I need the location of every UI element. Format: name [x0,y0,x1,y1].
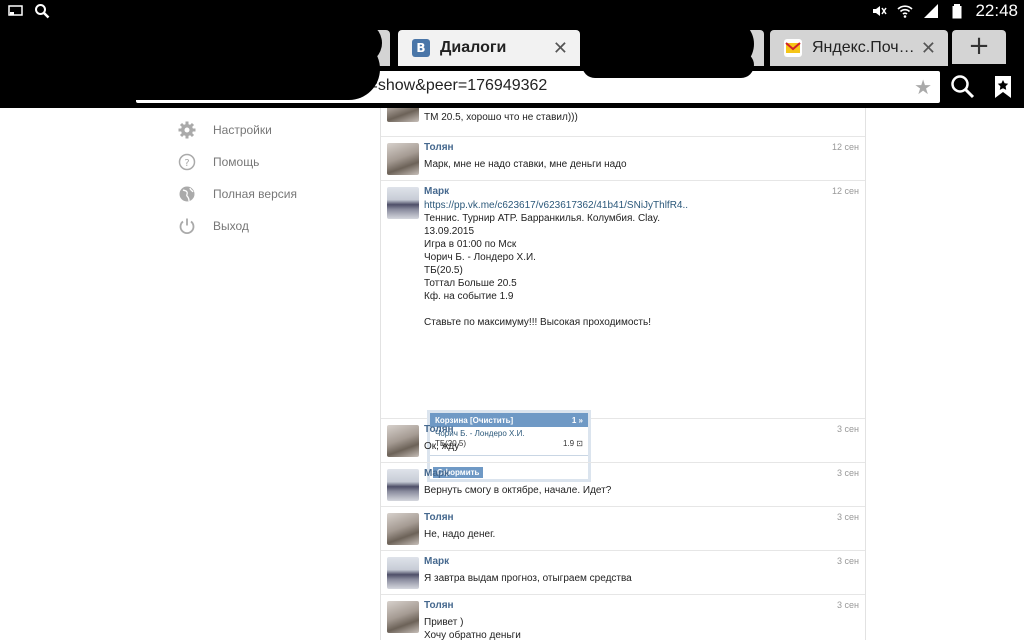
signal-icon [924,4,939,18]
new-tab-button[interactable]: + [952,30,1006,64]
menu-item-label: Помощь [213,155,260,169]
message-author[interactable]: Марк [424,468,449,479]
message: Толян 3 сен Привет ) Хочу обратно деньги [381,595,865,640]
message-text: Ок, жду [424,441,460,452]
star-icon[interactable]: ★ [914,75,932,99]
power-icon [179,218,195,235]
vk-favicon-icon: В [412,39,430,57]
message-text: Я завтра выдам прогноз, отыграем средств… [424,573,632,584]
close-icon[interactable]: ✕ [921,38,936,59]
message-date: 3 сен [837,468,859,478]
message-link[interactable]: https://pp.vk.me/c623617/v623617362/41b4… [424,199,844,212]
menu-item-full-version[interactable]: Полная версия [178,178,297,210]
globe-icon [179,186,195,202]
tab-title: Диалоги [440,39,507,56]
avatar[interactable] [387,143,419,175]
menu-item-logout[interactable]: Выход [178,210,297,242]
avatar[interactable] [387,557,419,589]
search-icon [35,4,50,19]
gear-icon [178,121,196,139]
message-text: Вернуть смогу в октябре, начале. Идет? [424,485,612,496]
message-text: ТМ 20.5, хорошо что не ставил))) [424,112,578,123]
message-author[interactable]: Толян [424,512,454,523]
cast-icon [8,5,23,16]
tab-title: Яндекс.Поч… [812,39,915,56]
side-menu: Настройки ? Помощь Полная версия Выход [178,114,297,242]
status-bar: 22:48 [0,0,1024,22]
message: Марк 3 сен Вернуть смогу в октябре, нача… [381,463,865,507]
message: Толян 12 сен Марк, мне не надо ставки, м… [381,137,865,181]
message-author[interactable]: Толян [424,600,454,611]
bookmark-icon[interactable] [990,73,1016,101]
avatar[interactable] [387,425,419,457]
wifi-icon [897,5,914,18]
message-date: 12 сен [832,186,859,196]
avatar[interactable] [387,108,419,122]
dialog-history: ТМ 20.5, хорошо что не ставил))) Толян 1… [380,108,866,640]
message-text: Теннис. Турнир ATP. Барранкилья. Колумби… [424,213,661,328]
message-author[interactable]: Толян [424,142,454,153]
clock: 22:48 [975,1,1018,20]
tab-dialogs[interactable]: В Диалоги ✕ [398,30,580,66]
message: Толян 3 сен Не, надо денег. [381,507,865,551]
tab-yandex-mail[interactable]: Яндекс.Поч… ✕ [770,30,948,66]
message-date: 3 сен [837,600,859,610]
message-text: Привет ) Хочу обратно деньги [424,617,521,640]
message-text: Не, надо денег. [424,529,496,540]
redaction-blob [0,38,380,100]
menu-item-settings[interactable]: Настройки [178,114,297,146]
help-icon: ? [178,153,196,171]
message: Марк 12 сен https://pp.vk.me/c623617/v62… [381,181,865,482]
menu-item-help[interactable]: ? Помощь [178,146,297,178]
avatar[interactable] [387,187,419,219]
message-author[interactable]: Толян [424,424,454,435]
message: ТМ 20.5, хорошо что не ставил))) [381,108,865,137]
message-date: 3 сен [837,424,859,434]
avatar[interactable] [387,513,419,545]
avatar[interactable] [387,469,419,501]
avatar[interactable] [387,601,419,633]
redaction-blob [582,52,754,78]
message-author[interactable]: Марк [424,186,449,197]
yandex-mail-favicon-icon [784,39,802,57]
search-icon[interactable] [948,72,978,102]
menu-item-label: Выход [213,219,249,233]
message: Марк 3 сен Я завтра выдам прогноз, отыгр… [381,551,865,595]
message-date: 12 сен [832,142,859,152]
message-text: Марк, мне не надо ставки, мне деньги над… [424,159,627,170]
mute-icon [873,6,888,16]
close-icon[interactable]: ✕ [553,38,568,59]
message-date: 3 сен [837,556,859,566]
menu-item-label: Полная версия [213,187,297,201]
browser-toolbar: https://m.vk.com/mail?act=show&peer=1769… [0,38,1024,108]
message-date: 3 сен [837,512,859,522]
page-content: Настройки ? Помощь Полная версия Выход Т… [0,108,1024,640]
svg-text:?: ? [184,158,189,169]
battery-icon [952,4,962,19]
menu-item-label: Настройки [213,123,272,137]
message-author[interactable]: Марк [424,556,449,567]
message: Толян 3 сен Ок, жду [381,419,865,463]
